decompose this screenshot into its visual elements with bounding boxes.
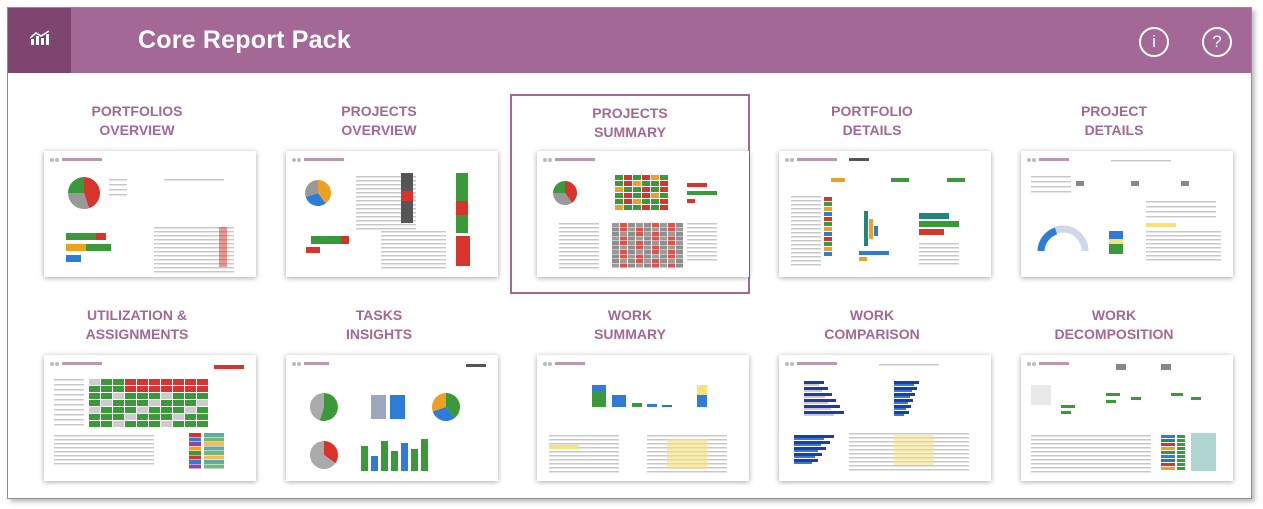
report-tile[interactable]: TASKS INSIGHTS bbox=[259, 298, 499, 498]
report-tile-title[interactable]: TASKS INSIGHTS bbox=[259, 306, 499, 344]
report-tile-title-line2: COMPARISON bbox=[824, 326, 920, 342]
report-tile[interactable]: PROJECT DETAILS bbox=[994, 94, 1234, 294]
report-tile[interactable]: WORK SUMMARY bbox=[510, 298, 750, 498]
report-gallery-window: Core Report Pack i ? PORTFOLIOS OVERVIEW… bbox=[7, 7, 1252, 499]
report-tile-title[interactable]: WORK SUMMARY bbox=[510, 306, 750, 344]
chart-logo-icon bbox=[28, 30, 51, 51]
report-thumbnail[interactable] bbox=[1021, 355, 1233, 481]
report-tile-title-line2: DETAILS bbox=[842, 122, 902, 138]
report-tile[interactable]: PORTFOLIO DETAILS bbox=[752, 94, 992, 294]
report-tile-title-line1: PROJECTS bbox=[592, 105, 668, 121]
home-button[interactable] bbox=[8, 8, 71, 73]
report-tile[interactable]: PORTFOLIOS OVERVIEW bbox=[17, 94, 257, 294]
app-header: Core Report Pack i ? bbox=[8, 8, 1251, 73]
report-tile-title-line2: SUMMARY bbox=[594, 326, 666, 342]
report-tile-title-line1: UTILIZATION & bbox=[86, 307, 188, 323]
report-thumbnail[interactable] bbox=[44, 151, 256, 277]
report-tile-title[interactable]: WORK DECOMPOSITION bbox=[994, 306, 1234, 344]
report-tile-title-line2: INSIGHTS bbox=[345, 326, 413, 342]
report-tile-title-line1: WORK bbox=[607, 307, 653, 323]
app-title: Core Report Pack bbox=[138, 26, 351, 54]
info-icon: i bbox=[1152, 32, 1156, 51]
info-button[interactable]: i bbox=[1139, 27, 1169, 57]
report-tile-title-line1: PROJECT bbox=[1080, 103, 1148, 119]
report-tile-title-line2: DETAILS bbox=[1084, 122, 1144, 138]
report-tile-title-line1: PROJECTS bbox=[341, 103, 417, 119]
report-tile-title-line2: DECOMPOSITION bbox=[1054, 326, 1174, 342]
report-tile[interactable]: UTILIZATION & ASSIGNMENTS bbox=[17, 298, 257, 498]
report-tile-title[interactable]: PROJECT DETAILS bbox=[994, 102, 1234, 140]
report-tile-title[interactable]: PORTFOLIO DETAILS bbox=[752, 102, 992, 140]
report-thumbnail[interactable] bbox=[44, 355, 256, 481]
report-tile[interactable]: PROJECTS SUMMARY bbox=[510, 94, 750, 294]
report-thumbnail[interactable] bbox=[537, 151, 749, 277]
help-icon: ? bbox=[1212, 32, 1222, 51]
report-tile-title[interactable]: PORTFOLIOS OVERVIEW bbox=[17, 102, 257, 140]
report-tile-title[interactable]: PROJECTS SUMMARY bbox=[512, 104, 748, 142]
report-thumbnail[interactable] bbox=[286, 151, 498, 277]
report-thumbnail[interactable] bbox=[1021, 151, 1233, 277]
report-tile-title-line1: WORK bbox=[1091, 307, 1137, 323]
report-tile-title[interactable]: WORK COMPARISON bbox=[752, 306, 992, 344]
report-tile[interactable]: PROJECTS OVERVIEW bbox=[259, 94, 499, 294]
report-tile-title-line2: SUMMARY bbox=[594, 124, 666, 140]
report-thumbnail[interactable] bbox=[779, 151, 991, 277]
report-tile[interactable]: WORK DECOMPOSITION bbox=[994, 298, 1234, 498]
report-tile-title-line1: PORTFOLIO bbox=[831, 103, 913, 119]
report-tile[interactable]: WORK COMPARISON bbox=[752, 298, 992, 498]
report-tile-title[interactable]: PROJECTS OVERVIEW bbox=[259, 102, 499, 140]
report-tile-title-line1: TASKS bbox=[355, 307, 403, 323]
report-thumbnail[interactable] bbox=[537, 355, 749, 481]
report-thumbnail[interactable] bbox=[286, 355, 498, 481]
report-tile-title-line2: OVERVIEW bbox=[341, 122, 417, 138]
report-thumbnail[interactable] bbox=[779, 355, 991, 481]
report-tile-title-line1: PORTFOLIOS bbox=[91, 103, 183, 119]
help-button[interactable]: ? bbox=[1202, 27, 1232, 57]
report-tile-title-line1: WORK bbox=[849, 307, 895, 323]
report-tile-title-line2: ASSIGNMENTS bbox=[85, 326, 189, 342]
report-tile-title-line2: OVERVIEW bbox=[99, 122, 175, 138]
report-tile-title[interactable]: UTILIZATION & ASSIGNMENTS bbox=[17, 306, 257, 344]
